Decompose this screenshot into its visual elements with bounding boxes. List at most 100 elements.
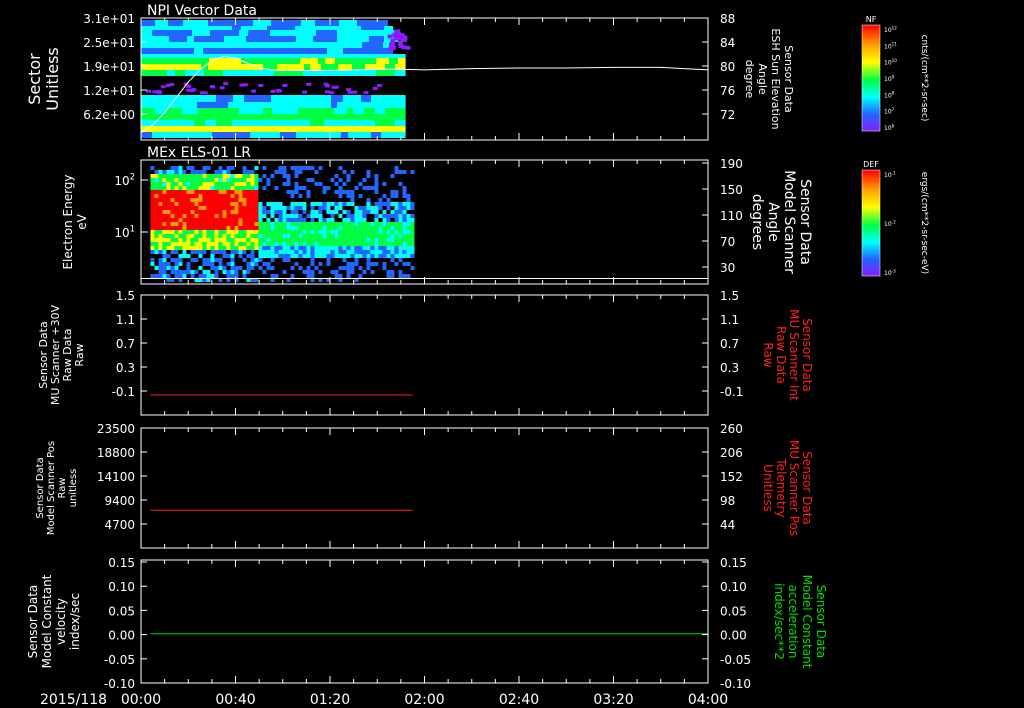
heatmap-cell [306,82,312,86]
colorbar-tick: 1010 [884,58,897,67]
heatmap-cell [318,182,323,186]
heatmap-cell [326,222,331,226]
heatmap-cell [362,238,367,242]
heatmap-cell [154,174,159,178]
heatmap-cell [190,214,195,218]
heatmap-cell [346,174,351,178]
heatmap-cell [382,250,387,254]
heatmap-cell [226,234,231,238]
heatmap-cell [254,206,259,210]
heatmap-cell [274,242,279,246]
heatmap-cell [380,20,388,26]
heatmap-cell [282,182,287,186]
heatmap-cell [182,174,187,178]
heatmap-cell [270,254,275,258]
heatmap-cell [158,202,163,206]
heatmap-cell [190,186,195,190]
heatmap-cell [270,222,275,226]
heatmap-cell [394,234,399,238]
heatmap-cell [358,226,363,230]
heatmap-cell [274,238,279,242]
heatmap-cell [185,70,192,76]
heatmap-cell [262,262,267,266]
heatmap-cell [182,102,197,108]
heatmap-cell [238,218,243,222]
heatmap-cell [394,206,399,210]
heatmap-cell [318,238,323,242]
heatmap-cell [402,246,407,250]
heatmap-cell [398,230,403,234]
heatmap-cell [298,246,303,250]
heatmap-cell [190,230,195,234]
heatmap-cell [150,206,155,210]
heatmap-cell [376,70,395,76]
heatmap-cell [222,194,227,198]
heatmap-cell [262,254,267,258]
heatmap-cell [166,126,176,132]
heatmap-cell [386,222,391,226]
heatmap-cell [406,218,411,222]
heatmap-cell [326,262,331,266]
heatmap-cell [214,182,219,186]
heatmap-cell [354,238,359,242]
heatmap-cell [386,246,391,250]
heatmap-cell [278,170,283,174]
heatmap-cell [294,242,299,246]
heatmap-cell [162,258,167,262]
heatmap-cell [218,246,223,250]
heatmap-cell [286,218,291,222]
heatmap-cell [210,190,215,194]
y-tick-label: 0.00 [108,629,135,643]
heatmap-cell [198,274,203,278]
heatmap-cell [323,36,337,42]
heatmap-cell [378,198,383,202]
heatmap-cell [358,238,363,242]
heatmap-cell [182,210,187,214]
heatmap-cell [238,186,243,190]
heatmap-cell [166,182,171,186]
heatmap-cell [265,54,281,58]
heatmap-cell [294,246,299,250]
heatmap-cell [150,202,155,206]
heatmap-cell [342,246,347,250]
heatmap-cell [354,250,359,254]
heatmap-cell [258,218,263,222]
heatmap-cell [358,254,363,258]
heatmap-cell [356,54,366,58]
heatmap-cell [298,234,303,238]
heatmap-cell [346,238,351,242]
heatmap-cell [194,174,199,178]
heatmap-cell [194,202,199,206]
heatmap-cell [182,274,187,278]
heatmap-cell [206,218,211,222]
heatmap-cell [158,258,163,262]
heatmap-cell [150,234,155,238]
heatmap-cell [310,258,315,262]
heatmap-cell [218,42,234,48]
heatmap-cell [306,166,311,170]
heatmap-cell [223,114,237,120]
heatmap-cell [396,36,402,41]
heatmap-cell [281,54,299,58]
y2-axis-label: Raw [761,342,775,367]
heatmap-cell [354,214,359,218]
heatmap-cell [376,58,389,64]
y2-axis-label: MU Scanner Int [787,309,801,401]
heatmap-cell [255,26,267,30]
heatmap-cell [154,214,159,218]
heatmap-cell [154,242,159,246]
heatmap-cell [170,230,175,234]
y2-tick-label: 1.1 [720,313,739,327]
heatmap-cell [278,166,283,170]
heatmap-cell [150,190,155,194]
heatmap-cell [294,250,299,254]
y2-axis-label: Angle [765,202,781,242]
heatmap-cell [334,206,339,210]
heatmap-cell [266,266,271,270]
heatmap-cell [290,222,295,226]
heatmap-cell [258,210,263,214]
heatmap-cell [402,254,407,258]
heatmap-cell [264,36,279,42]
heatmap-cell [174,222,179,226]
heatmap-cell [177,36,187,42]
